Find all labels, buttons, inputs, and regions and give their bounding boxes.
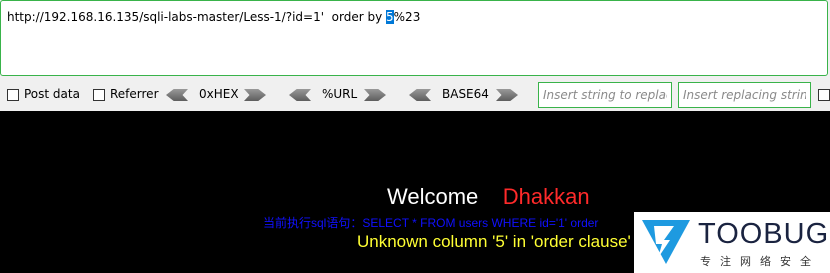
extra-checkbox[interactable] (818, 89, 830, 101)
error-message: Unknown column '5' in 'order clause' (357, 232, 631, 251)
welcome-heading: Welcome Dhakkan (387, 184, 590, 210)
watermark-brand: TOOBUG (698, 218, 830, 250)
url-textarea[interactable]: http://192.168.16.135/sqli-labs-master/L… (0, 0, 828, 76)
hex-encode-arrow-icon[interactable] (244, 89, 266, 101)
watermark-subtitle: 专注网络安全 (700, 255, 820, 268)
hackbar-toolbar: Post data Referrer 0xHEX %URL BASE64 (0, 80, 830, 110)
url-decode-arrow-icon[interactable] (289, 89, 311, 101)
toobug-watermark: TOOBUG 专注网络安全 (634, 212, 830, 273)
base64-decode-arrow-icon[interactable] (409, 89, 431, 101)
url-prefix: http://192.168.16.135/sqli-labs-master/L… (7, 10, 383, 24)
url-encode-arrow-icon[interactable] (364, 89, 386, 101)
hex-decode-arrow-icon[interactable] (166, 89, 188, 101)
toobug-logo-icon (642, 220, 690, 264)
base64-encode-arrow-icon[interactable] (496, 89, 518, 101)
insert-replacing-input[interactable] (678, 82, 811, 108)
welcome-name: Dhakkan (502, 184, 590, 209)
url-label: %URL (322, 87, 358, 101)
url-selected-text: 5 (386, 10, 394, 24)
hex-label: 0xHEX (199, 87, 239, 101)
url-suffix: %23 (393, 10, 421, 24)
welcome-text: Welcome (387, 184, 479, 209)
url-text[interactable]: http://192.168.16.135/sqli-labs-master/L… (7, 10, 420, 24)
post-data-checkbox[interactable] (7, 89, 19, 101)
referrer-checkbox[interactable] (93, 89, 105, 101)
post-data-label[interactable]: Post data (24, 87, 80, 101)
referrer-label[interactable]: Referrer (110, 87, 159, 101)
base64-label: BASE64 (442, 87, 489, 101)
insert-string-input[interactable] (538, 82, 672, 108)
sql-statement: 当前执行sql语句：SELECT * FROM users WHERE id='… (263, 216, 599, 230)
